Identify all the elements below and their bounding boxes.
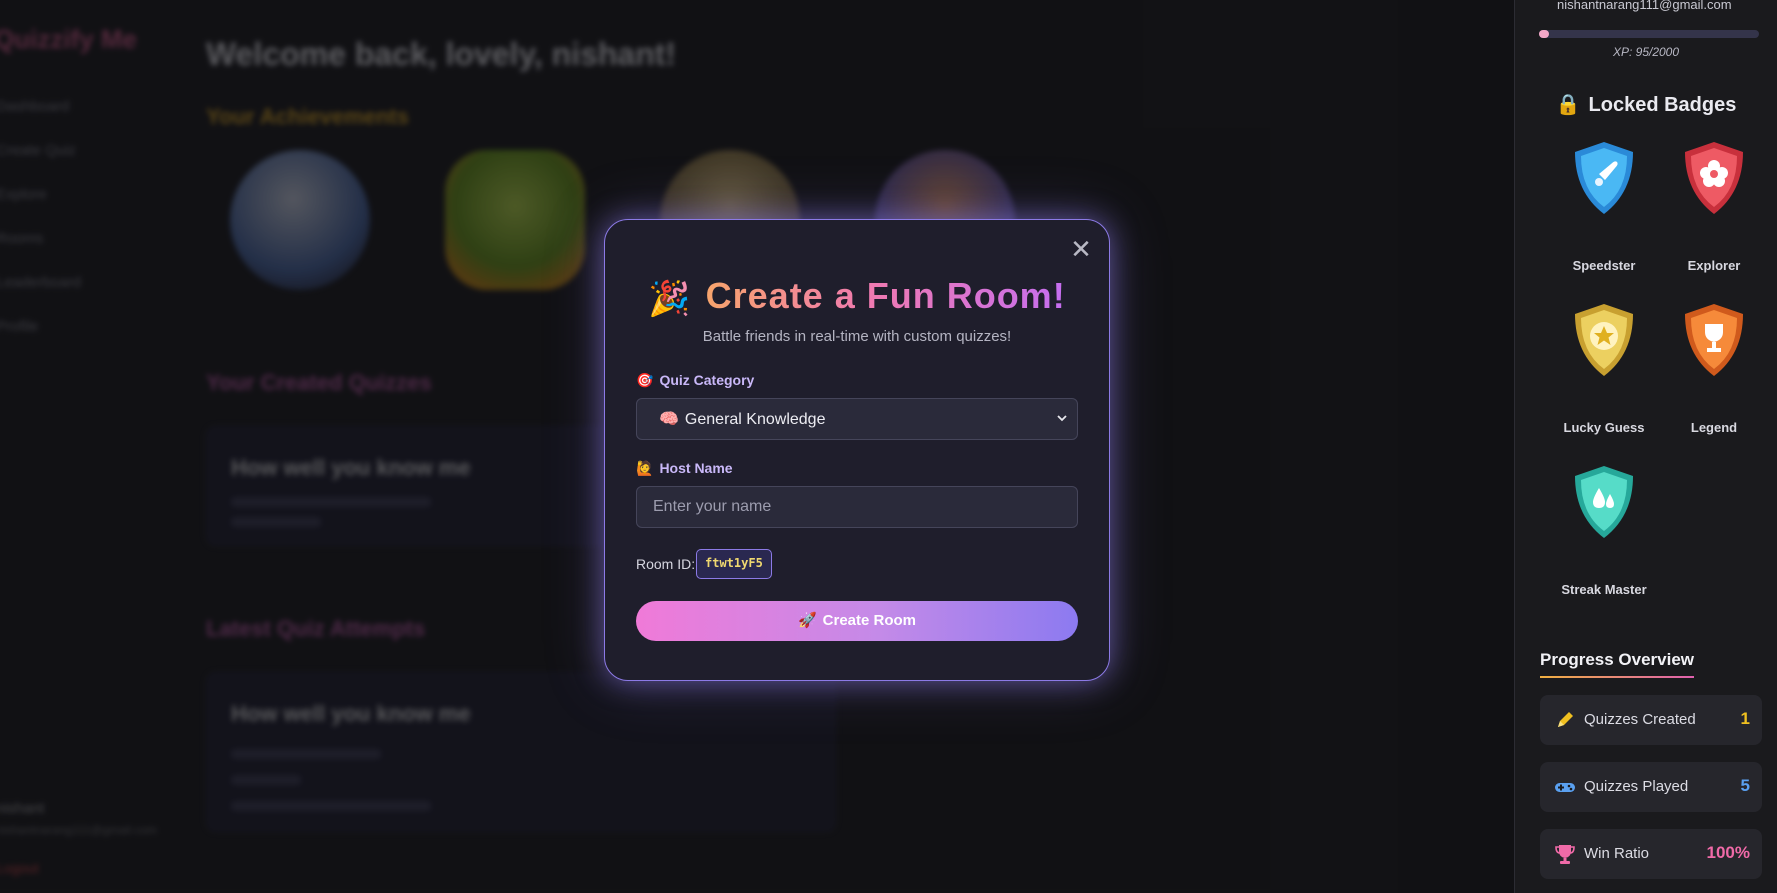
drop-shield-icon (1575, 466, 1633, 538)
close-icon[interactable]: ✕ (1069, 236, 1093, 262)
locked-badges-heading: 🔒 Locked Badges (1555, 94, 1737, 116)
badge-explorer[interactable]: Explorer (1653, 140, 1775, 273)
create-room-button[interactable]: 🚀 Create Room (636, 601, 1078, 641)
target-icon: 🎯 (636, 372, 654, 388)
xp-label: XP: 95/2000 (1612, 45, 1680, 59)
host-name-label: 🙋 Host Name (636, 460, 733, 476)
modal-title-text: Create a Fun Room! (705, 275, 1066, 316)
quiz-category-value: General Knowledge (684, 411, 826, 428)
stat-value: 1 (1740, 709, 1750, 728)
badge-legend[interactable]: Legend (1653, 302, 1775, 435)
rocket-icon: 🚀 (797, 612, 817, 629)
room-id-value: ftwt1yF5 (696, 549, 772, 579)
stat-quizzes-played: Quizzes Played 5 (1540, 762, 1762, 812)
lock-icon: 🔒 (1555, 94, 1581, 116)
stat-win-ratio: Win Ratio 100% (1540, 829, 1762, 879)
brain-icon: 🧠 (659, 411, 679, 428)
badge-name: Explorer (1687, 258, 1741, 273)
badge-speedster[interactable]: Speedster (1543, 140, 1665, 273)
stat-label: Quizzes Created (1584, 711, 1696, 728)
xp-progress-bar (1539, 30, 1759, 38)
raising-hand-icon: 🙋 (636, 460, 654, 476)
badge-streak-master[interactable]: Streak Master (1543, 464, 1665, 597)
create-room-modal: ✕ 🎉 Create a Fun Room! Battle friends in … (604, 219, 1110, 681)
host-name-input[interactable]: Enter your name (636, 486, 1078, 528)
badge-name: Legend (1690, 420, 1738, 435)
chevron-down-icon (1057, 415, 1067, 422)
trophy-shield-icon (1685, 304, 1743, 376)
quiz-category-select[interactable]: 🧠 General Knowledge (636, 398, 1078, 440)
stat-label: Quizzes Played (1584, 778, 1689, 795)
user-email: nishantnarang111@gmail.com (1557, 0, 1732, 12)
party-popper-icon: 🎉 (648, 280, 692, 318)
modal-title: 🎉 Create a Fun Room! (605, 275, 1109, 319)
modal-subtitle: Battle friends in real-time with custom … (702, 328, 1012, 345)
stat-value: 100% (1706, 843, 1750, 862)
stat-value: 5 (1740, 776, 1750, 795)
badge-name: Streak Master (1561, 582, 1647, 597)
room-id-label: Room ID: (636, 556, 696, 572)
xp-progress-fill (1539, 30, 1550, 38)
badge-name: Speedster (1572, 258, 1636, 273)
rocket-shield-icon (1575, 142, 1633, 214)
badge-lucky-guess[interactable]: Lucky Guess (1543, 302, 1665, 435)
badge-name: Lucky Guess (1563, 420, 1645, 435)
star-shield-icon (1575, 304, 1633, 376)
quiz-category-label: 🎯 Quiz Category (636, 372, 755, 388)
stat-label: Win Ratio (1584, 845, 1650, 862)
profile-sidebar: nishantnarang111@gmail.com XP: 95/2000 🔒… (1514, 0, 1777, 893)
pencil-icon (1558, 712, 1573, 727)
stat-quizzes-created: Quizzes Created 1 (1540, 695, 1762, 745)
trophy-icon (1555, 845, 1575, 864)
progress-overview-heading: Progress Overview (1540, 650, 1695, 678)
gamepad-icon (1555, 783, 1575, 792)
flower-shield-icon (1685, 142, 1743, 214)
